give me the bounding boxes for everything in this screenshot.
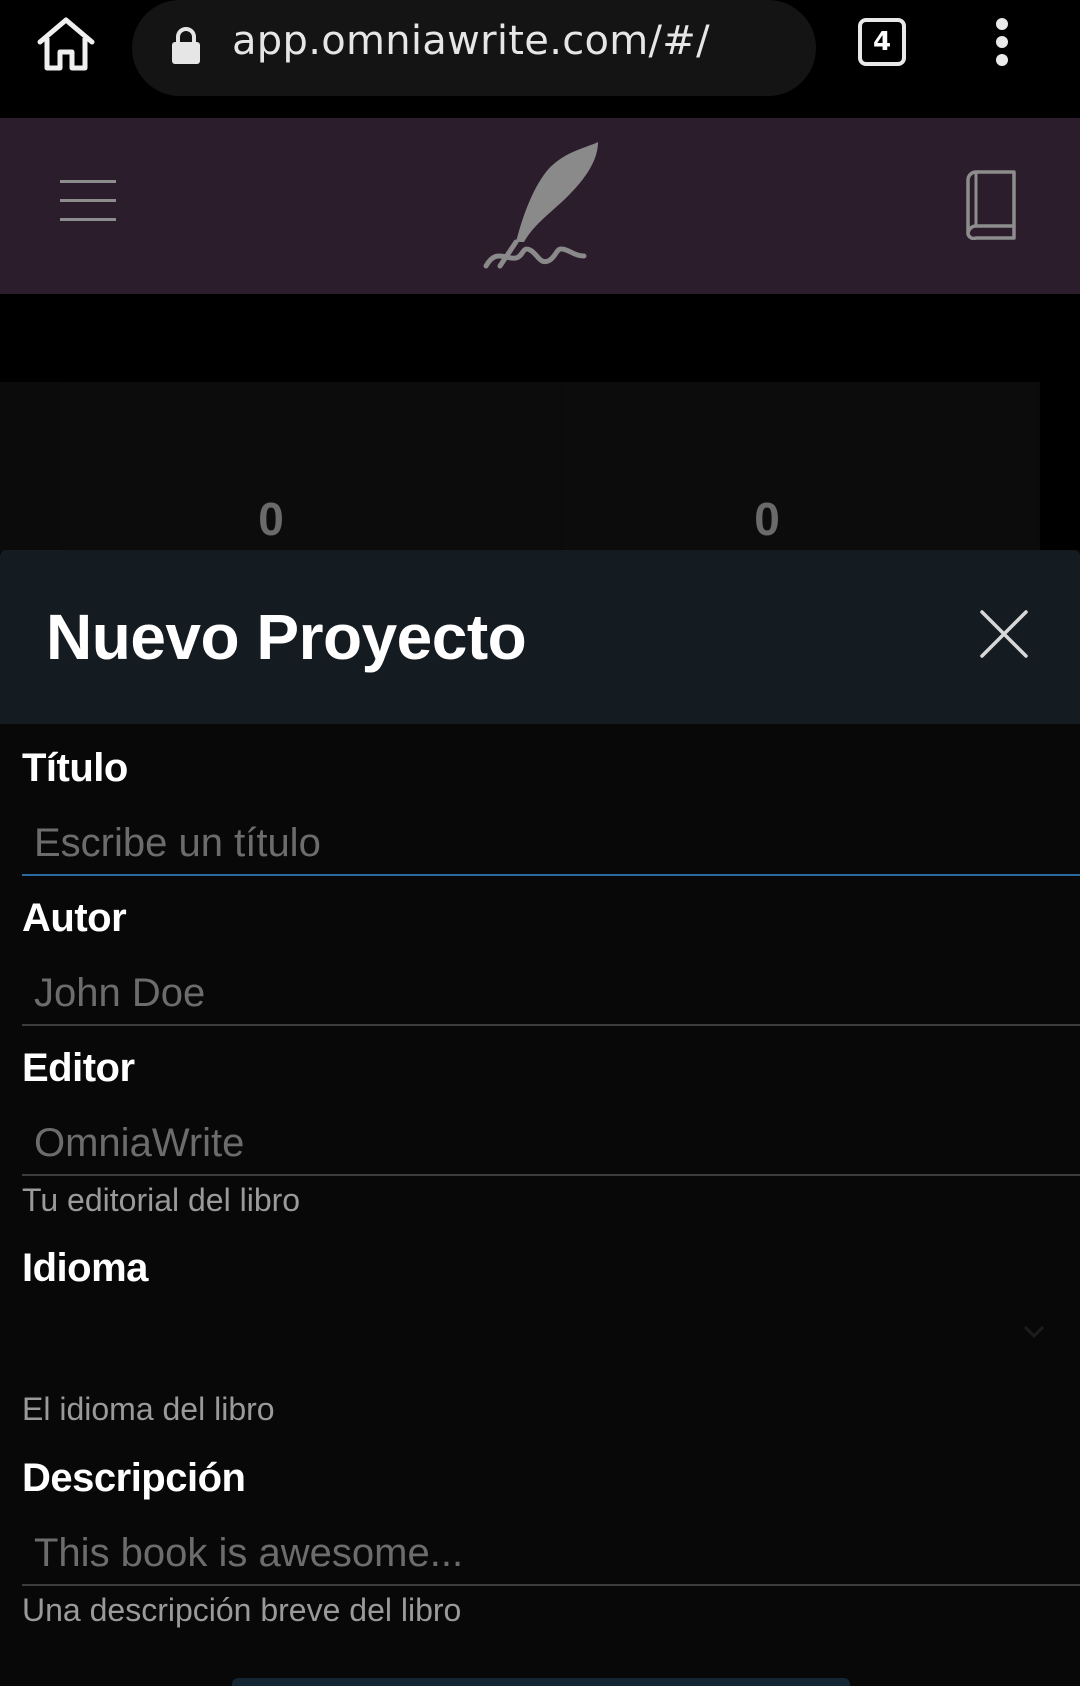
stat-card: 0 [62, 382, 560, 552]
title-input[interactable] [22, 812, 1080, 876]
browser-bar: app.omniawrite.com/#/ 4 [0, 0, 1080, 118]
stat-value: 0 [754, 493, 780, 545]
publisher-label: Editor [22, 1046, 135, 1090]
language-label: Idioma [22, 1246, 148, 1290]
tab-count: 4 [872, 27, 892, 57]
create-button[interactable] [232, 1678, 850, 1686]
spacer [0, 294, 1080, 382]
app-header [0, 118, 1080, 294]
language-select[interactable] [22, 1294, 1080, 1370]
stat-value: 0 [258, 493, 284, 545]
author-input[interactable] [22, 962, 1080, 1026]
author-label: Autor [22, 896, 127, 940]
modal-title: Nuevo Proyecto [46, 601, 527, 673]
vertical-dots-icon[interactable] [990, 18, 1014, 68]
address-bar[interactable]: app.omniawrite.com/#/ [132, 0, 816, 96]
publisher-help: Tu editorial del libro [22, 1182, 301, 1218]
description-label: Descripción [22, 1456, 246, 1500]
quill-icon[interactable] [476, 138, 606, 274]
hamburger-icon[interactable] [60, 180, 116, 222]
tab-switcher-button[interactable]: 4 [858, 18, 906, 66]
new-project-modal: Nuevo Proyecto Título Autor Editor Tu ed… [0, 550, 1080, 1686]
url-text: app.omniawrite.com/#/ [232, 18, 710, 64]
screen: app.omniawrite.com/#/ 4 0 0 Nuevo Proyec… [0, 0, 1080, 1686]
modal-header: Nuevo Proyecto [0, 550, 1080, 724]
chevron-down-icon [1022, 1320, 1046, 1344]
close-icon[interactable] [978, 608, 1030, 660]
description-help: Una descripción breve del libro [22, 1592, 462, 1628]
stats-panel: 0 0 [0, 382, 1040, 552]
book-icon[interactable] [964, 170, 1020, 241]
title-label: Título [22, 746, 128, 790]
lock-icon [170, 26, 202, 66]
stat-card: 0 [564, 382, 1038, 552]
home-icon[interactable] [34, 14, 98, 74]
language-help: El idioma del libro [22, 1391, 275, 1427]
description-input[interactable] [22, 1522, 1080, 1586]
publisher-input[interactable] [22, 1112, 1080, 1176]
